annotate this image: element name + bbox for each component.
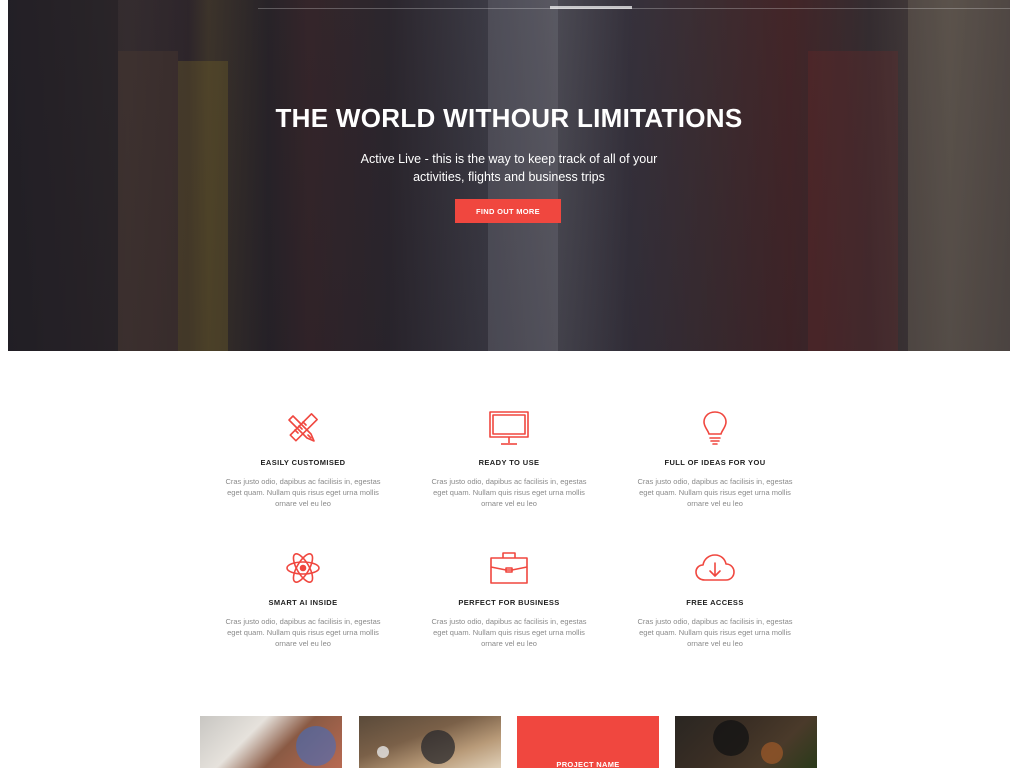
feature-item: PERFECT FOR BUSINESS Cras justo odio, da… [406,548,612,656]
project-tile[interactable] [359,716,501,768]
feature-item: EASILY CUSTOMISED Cras justo odio, dapib… [200,408,406,516]
feature-title: FREE ACCESS [686,598,744,607]
hero-title: THE WORLD WITHOUR LIMITATIONS [275,103,743,133]
project-thumbnail-shape [377,746,389,758]
feature-item: SMART AI INSIDE Cras justo odio, dapibus… [200,548,406,656]
hero-background-building [118,51,178,351]
feature-description: Cras justo odio, dapibus ac facilisis in… [637,617,793,648]
features-grid: EASILY CUSTOMISED Cras justo odio, dapib… [200,408,818,656]
feature-title: READY TO USE [478,458,540,467]
project-name-label: PROJECT NAME [556,760,620,768]
project-tile-highlighted[interactable]: PROJECT NAME [517,716,659,768]
project-tile[interactable] [675,716,817,768]
project-thumbnail-shape [421,730,455,764]
feature-description: Cras justo odio, dapibus ac facilisis in… [637,477,793,508]
feature-item: FULL OF IDEAS FOR YOU Cras justo odio, d… [612,408,818,516]
feature-description: Cras justo odio, dapibus ac facilisis in… [225,477,381,508]
project-thumbnail-shape [761,742,783,764]
feature-description: Cras justo odio, dapibus ac facilisis in… [431,617,587,648]
projects-gallery: PROJECT NAME [200,716,818,768]
atom-icon [281,548,325,588]
feature-description: Cras justo odio, dapibus ac facilisis in… [225,617,381,648]
monitor-icon [487,408,531,448]
feature-title: PERFECT FOR BUSINESS [458,598,560,607]
hero-background-building [908,0,1010,351]
project-thumbnail-shape [296,726,336,766]
project-tile[interactable] [200,716,342,768]
feature-title: SMART AI INSIDE [268,598,338,607]
lightbulb-icon [693,408,737,448]
slider-indicator[interactable] [550,6,632,9]
feature-item: READY TO USE Cras justo odio, dapibus ac… [406,408,612,516]
feature-title: FULL OF IDEAS FOR YOU [664,458,766,467]
pencil-ruler-icon [281,408,325,448]
feature-item: FREE ACCESS Cras justo odio, dapibus ac … [612,548,818,656]
find-out-more-button[interactable]: FIND OUT MORE [455,199,561,223]
briefcase-icon [487,548,531,588]
feature-title: EASILY CUSTOMISED [260,458,346,467]
feature-description: Cras justo odio, dapibus ac facilisis in… [431,477,587,508]
hero-top-divider [258,8,1010,9]
project-thumbnail-shape [713,720,749,756]
hero-section: THE WORLD WITHOUR LIMITATIONS Active Liv… [8,0,1010,351]
cloud-download-icon [693,548,737,588]
hero-subtitle: Active Live - this is the way to keep tr… [360,152,658,184]
hero-background-building [8,0,118,351]
hero-background-building [808,51,898,351]
